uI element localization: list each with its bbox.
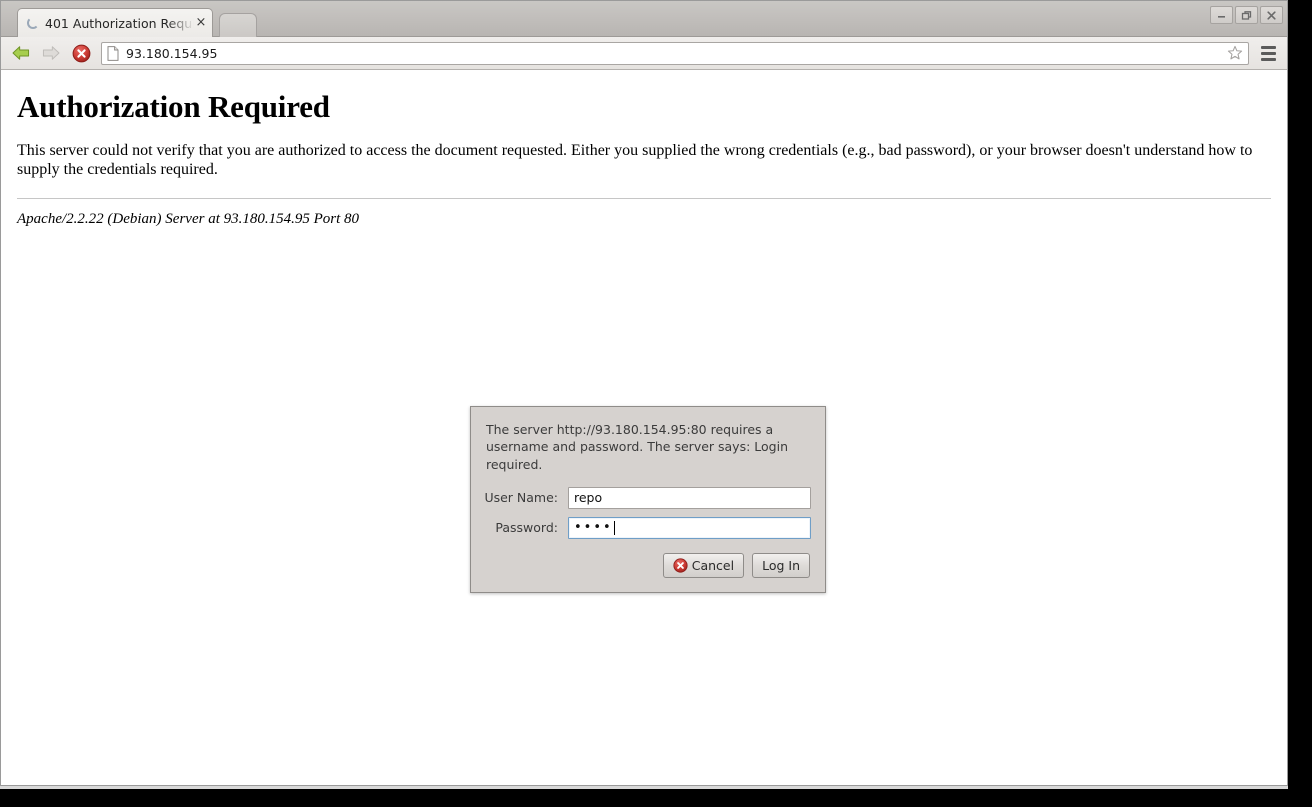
tab-title: 401 Authorization Require xyxy=(45,15,194,31)
cancel-button[interactable]: Cancel xyxy=(662,552,745,578)
hamburger-menu-icon xyxy=(1260,57,1276,61)
browser-tab[interactable]: 401 Authorization Require × xyxy=(17,8,213,37)
text-caret xyxy=(613,520,615,535)
star-icon[interactable] xyxy=(1227,45,1243,61)
page-divider xyxy=(17,197,1271,199)
password-label: Password: xyxy=(495,520,558,536)
hamburger-menu-button[interactable] xyxy=(1257,42,1279,64)
dialog-message: The server http://93.180.154.95:80 requi… xyxy=(486,422,789,472)
username-label: User Name: xyxy=(484,490,558,506)
hamburger-menu-icon xyxy=(1260,51,1276,55)
forward-arrow-icon xyxy=(42,46,60,60)
page-paragraph: This server could not verify that you ar… xyxy=(17,142,1253,178)
page-document-icon xyxy=(107,45,119,61)
username-input[interactable]: repo xyxy=(568,486,811,509)
loading-spinner-icon xyxy=(26,16,40,30)
login-button[interactable]: Log In xyxy=(752,552,810,578)
login-button-label: Log In xyxy=(762,557,800,573)
red-x-circle-icon xyxy=(673,558,688,573)
apache-error-page: Authorization Required This server could… xyxy=(1,70,1287,228)
url-bar[interactable]: 93.180.154.95 xyxy=(101,41,1249,65)
authentication-dialog: The server http://93.180.154.95:80 requi… xyxy=(470,406,826,593)
window-close-button[interactable] xyxy=(1260,6,1283,24)
window-minimize-button[interactable] xyxy=(1210,6,1233,24)
password-value: •••• xyxy=(574,519,613,535)
dialog-button-row: Cancel Log In xyxy=(484,552,811,578)
username-value: repo xyxy=(574,489,603,505)
forward-button xyxy=(39,41,63,65)
back-arrow-icon xyxy=(12,46,30,60)
close-icon xyxy=(1267,10,1276,20)
cancel-button-label: Cancel xyxy=(691,557,735,573)
server-signature: Apache/2.2.22 (Debian) Server at 93.180.… xyxy=(17,210,360,227)
stop-loading-icon xyxy=(72,44,90,62)
username-row: User Name: repo xyxy=(484,486,811,509)
page-title: Authorization Required xyxy=(17,89,330,124)
page-content-area: Authorization Required This server could… xyxy=(1,70,1287,785)
new-tab-button[interactable] xyxy=(219,13,257,37)
tab-strip: 401 Authorization Require × xyxy=(1,1,1287,37)
url-text: 93.180.154.95 xyxy=(126,45,218,61)
hamburger-menu-icon xyxy=(1260,45,1276,49)
back-button[interactable] xyxy=(9,41,33,65)
password-row: Password: •••• xyxy=(484,516,811,539)
maximize-icon xyxy=(1241,10,1252,20)
tab-close-icon[interactable]: × xyxy=(194,16,208,30)
browser-window: 401 Authorization Require × 93.180.154.9… xyxy=(0,0,1288,786)
window-bottom-strip xyxy=(0,786,1288,789)
stop-loading-button[interactable] xyxy=(69,41,93,65)
window-controls xyxy=(1210,6,1283,24)
password-input[interactable]: •••• xyxy=(568,516,811,539)
window-maximize-button[interactable] xyxy=(1235,6,1258,24)
minimize-icon xyxy=(1218,15,1225,18)
navigation-toolbar: 93.180.154.95 xyxy=(1,37,1287,70)
